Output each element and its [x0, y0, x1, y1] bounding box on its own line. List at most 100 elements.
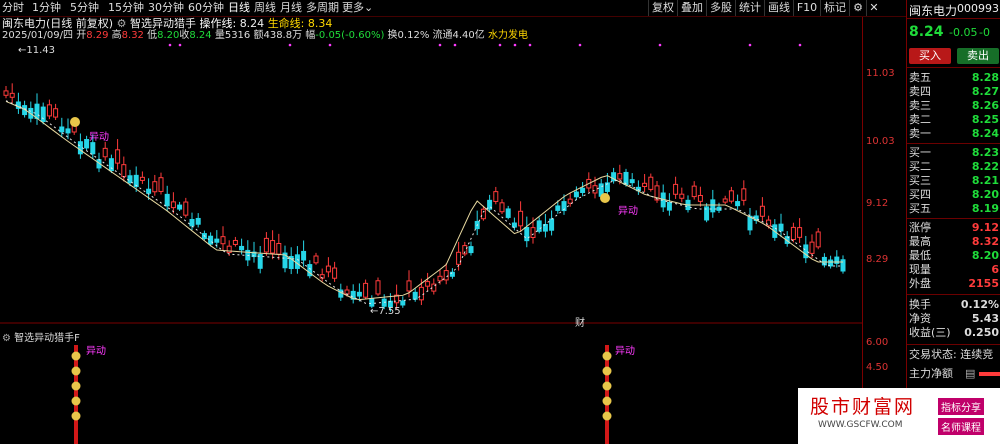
stat-label: 最低 [909, 249, 931, 262]
candle-body [524, 227, 530, 242]
y-tick: 11.03 [866, 68, 895, 79]
candle-body [183, 201, 189, 216]
ask-label: 卖三 [909, 99, 931, 112]
bid-label: 买五 [909, 202, 931, 215]
y-tick: 9.12 [866, 198, 889, 209]
stat-value: 9.12 [971, 221, 999, 234]
stat-label: 涨停 [909, 221, 931, 234]
candle-body [747, 215, 753, 231]
candle-body [356, 291, 362, 297]
candle-body [214, 238, 220, 243]
stat-row: 净资 5.43 [909, 312, 1000, 326]
divider [907, 218, 1000, 219]
watermark-tag: 指标分享 [938, 398, 984, 415]
candle-body [102, 147, 108, 158]
candle-body [344, 289, 350, 295]
close-icon[interactable]: ✕ [866, 0, 881, 16]
indicator-settings-icon[interactable]: ⚙ [2, 333, 11, 344]
candle-body [505, 208, 511, 218]
ask-label: 卖五 [909, 71, 931, 84]
marker-dot [513, 43, 517, 47]
candlestick-chart[interactable] [0, 0, 862, 444]
candle-body [710, 199, 716, 213]
candle-body [301, 250, 307, 261]
stat-row: 收益(三) 0.250 [909, 326, 1000, 340]
price-axis [862, 17, 906, 444]
marker-dot [798, 43, 802, 47]
candle-body [673, 183, 679, 195]
quote-panel: 闽东电力 000993 8.24 -0.05 -0 买入 卖出 卖五 8.28 卖… [906, 0, 1000, 444]
candle-body [642, 182, 648, 188]
stat-label: 现量 [909, 263, 931, 276]
ask-label: 卖一 [909, 127, 931, 140]
candle-body [840, 259, 846, 272]
quote-pct: -0 [979, 26, 990, 39]
signal-bag-icon [602, 411, 612, 421]
candle-body [406, 280, 412, 292]
min-label-value: 7.55 [378, 306, 401, 317]
bid-row: 买二 8.22 [909, 160, 1000, 174]
candle-body [536, 220, 542, 232]
main-net-label: 主力净额 [909, 367, 953, 380]
signal-bag-icon [70, 117, 80, 127]
sell-button[interactable]: 卖出 [957, 48, 999, 64]
fin-mark: 财 [575, 318, 585, 329]
candle-body [679, 193, 685, 199]
candle-body [797, 227, 803, 238]
bid-label: 买三 [909, 174, 931, 187]
bid-value: 8.22 [971, 160, 999, 173]
dotted-line [5, 100, 843, 305]
candle-body [592, 185, 598, 194]
divider [907, 143, 1000, 144]
main-net-row[interactable]: 主力净额 ▤ [909, 367, 1000, 381]
stat-label: 净资 [909, 312, 931, 325]
candle-body [363, 282, 369, 298]
candle-body [208, 235, 214, 245]
candle-body [741, 188, 747, 201]
indicator-panel-title: ⚙ 智选异动猎手F [2, 329, 80, 344]
expand-icon[interactable]: ▤ [965, 367, 975, 381]
stat-row: 最高 8.32 [909, 235, 1000, 249]
candle-body [9, 92, 15, 98]
signals [70, 43, 802, 444]
divider [907, 67, 1000, 68]
bid-row: 买三 8.21 [909, 174, 1000, 188]
candle-body [518, 210, 524, 227]
candle-body [46, 104, 52, 117]
candle-body [294, 254, 300, 269]
candle-body [127, 175, 133, 184]
signal-bag-icon [71, 351, 81, 361]
buy-button[interactable]: 买入 [909, 48, 951, 64]
candle-body [722, 198, 728, 203]
y-tick: 10.03 [866, 136, 895, 147]
candle-body [412, 291, 418, 300]
candle-body [480, 208, 486, 220]
candle-body [499, 202, 505, 213]
candle-body [778, 223, 784, 232]
candle-body [809, 241, 815, 254]
stat-row: 外盘 2155 [909, 277, 1000, 291]
candle-body [456, 251, 462, 265]
candle-body [418, 286, 424, 301]
candle-body [530, 227, 536, 238]
candle-body [170, 201, 176, 209]
candle-body [195, 217, 201, 225]
signal-label-1: 异动 [89, 132, 109, 143]
candle-body [276, 242, 282, 255]
ask-value: 8.27 [971, 85, 999, 98]
bid-value: 8.20 [971, 188, 999, 201]
main-net-bar [979, 372, 1000, 376]
bid-row: 买一 8.23 [909, 146, 1000, 160]
candle-body [511, 222, 517, 228]
stat-value: 0.12% [960, 298, 999, 311]
candle-body [220, 236, 226, 245]
marker-dot [528, 43, 532, 47]
marker-dot [168, 43, 172, 47]
candle-body [239, 245, 245, 251]
candle-body [691, 185, 697, 198]
marker-dot [178, 43, 182, 47]
candle-body [139, 176, 145, 181]
ask-row: 卖一 8.24 [909, 127, 1000, 141]
y-tick: 8.29 [866, 254, 889, 265]
min-label: ←7.55 [370, 306, 401, 317]
